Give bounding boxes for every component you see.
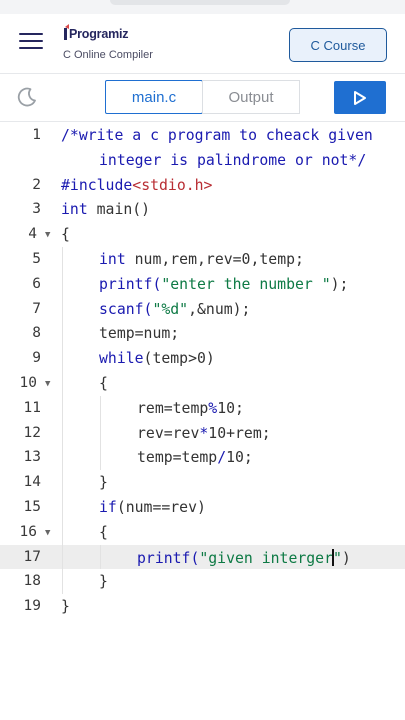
code-editor[interactable]: 1 /*write a c program to cheack given in…	[0, 122, 405, 720]
line-number: 5	[32, 251, 41, 267]
page-subtitle: C Online Compiler	[63, 49, 153, 61]
moon-icon[interactable]	[16, 86, 38, 108]
code-text: int main()	[61, 201, 151, 219]
code-line[interactable]: 19 }	[0, 594, 405, 619]
code-line[interactable]: integer is palindrome or not*/	[0, 148, 405, 173]
code-line[interactable]: 8 temp=num;	[0, 321, 405, 347]
code-text: printf("enter the number ");	[99, 275, 349, 293]
code-line[interactable]: 10 ▼ {	[0, 371, 405, 396]
line-number: 2	[32, 176, 41, 193]
code-line[interactable]: 9 while(temp>0)	[0, 346, 405, 371]
logo-text: Programiz	[69, 27, 129, 41]
line-number: 16	[19, 523, 37, 540]
code-text: }	[99, 573, 108, 591]
line-number: 12	[23, 424, 41, 441]
line-number: 19	[23, 598, 41, 615]
code-line[interactable]: 3 int main()	[0, 197, 405, 222]
code-line[interactable]: 1 /*write a c program to cheack given	[0, 123, 405, 148]
line-number: 14	[23, 474, 41, 491]
line-number: 7	[32, 300, 41, 317]
code-text: if(num==rev)	[99, 499, 206, 516]
browser-pill	[110, 0, 290, 5]
code-text: {	[99, 375, 108, 392]
code-line[interactable]: 2 #include<stdio.h>	[0, 173, 405, 198]
chevron-down-icon[interactable]: ▼	[45, 528, 50, 538]
code-text: rev=rev*10+rem;	[137, 424, 271, 442]
code-text: scanf("%d",&num);	[99, 300, 251, 318]
code-text: /*write a c program to cheack given	[61, 127, 373, 144]
line-number: 15	[23, 499, 41, 515]
code-text: integer is palindrome or not*/	[99, 151, 367, 169]
code-line[interactable]: 14 }	[0, 470, 405, 495]
code-text: rem=temp%10;	[137, 399, 244, 417]
line-number: 3	[32, 201, 41, 218]
code-line-active[interactable]: 17 printf("given interger")	[0, 544, 405, 570]
code-text: }	[99, 474, 108, 492]
code-text: {	[61, 226, 70, 244]
code-text: {	[99, 523, 108, 541]
chevron-down-icon[interactable]: ▼	[45, 379, 50, 389]
code-text: int num,rem,rev=0,temp;	[99, 251, 304, 268]
tab-output[interactable]: Output	[202, 80, 300, 114]
play-icon	[354, 90, 366, 105]
code-line[interactable]: 4 ▼ {	[0, 222, 405, 247]
code-line[interactable]: 16 ▼ {	[0, 519, 405, 545]
hamburger-icon[interactable]	[19, 31, 43, 51]
line-number: 13	[23, 449, 41, 466]
code-text: printf("given interger")	[137, 548, 351, 567]
top-strip	[0, 0, 405, 14]
code-line[interactable]: 18 }	[0, 569, 405, 595]
code-text: temp=temp/10;	[137, 449, 253, 467]
header: Programiz C Online Compiler C Course	[0, 14, 405, 74]
code-text: #include<stdio.h>	[61, 176, 213, 194]
code-text: }	[61, 598, 70, 616]
code-line[interactable]: 7 scanf("%d",&num);	[0, 296, 405, 322]
line-number: 10	[19, 375, 37, 391]
line-number: 8	[32, 325, 41, 342]
code-line[interactable]: 5 int num,rem,rev=0,temp;	[0, 247, 405, 272]
run-button[interactable]	[334, 81, 386, 114]
line-number: 18	[23, 573, 41, 590]
line-number: 11	[23, 399, 41, 416]
line-number: 4	[28, 226, 37, 243]
code-line[interactable]: 15 if(num==rev)	[0, 495, 405, 520]
code-line[interactable]: 13 temp=temp/10;	[0, 445, 405, 471]
line-number: 9	[32, 350, 41, 367]
editor-toolbar: main.c Output	[0, 74, 405, 122]
code-line[interactable]: 6 printf("enter the number ");	[0, 271, 405, 297]
line-number: 6	[32, 275, 41, 292]
chevron-down-icon[interactable]: ▼	[45, 230, 50, 240]
code-line[interactable]: 12 rev=rev*10+rem;	[0, 420, 405, 446]
c-course-button[interactable]: C Course	[289, 28, 387, 62]
code-line[interactable]: 11 rem=temp%10;	[0, 395, 405, 421]
code-text: while(temp>0)	[99, 350, 215, 368]
line-number: 1	[32, 127, 41, 143]
code-text: temp=num;	[99, 325, 180, 343]
tab-main-c[interactable]: main.c	[105, 80, 203, 114]
line-number: 17	[23, 548, 41, 565]
